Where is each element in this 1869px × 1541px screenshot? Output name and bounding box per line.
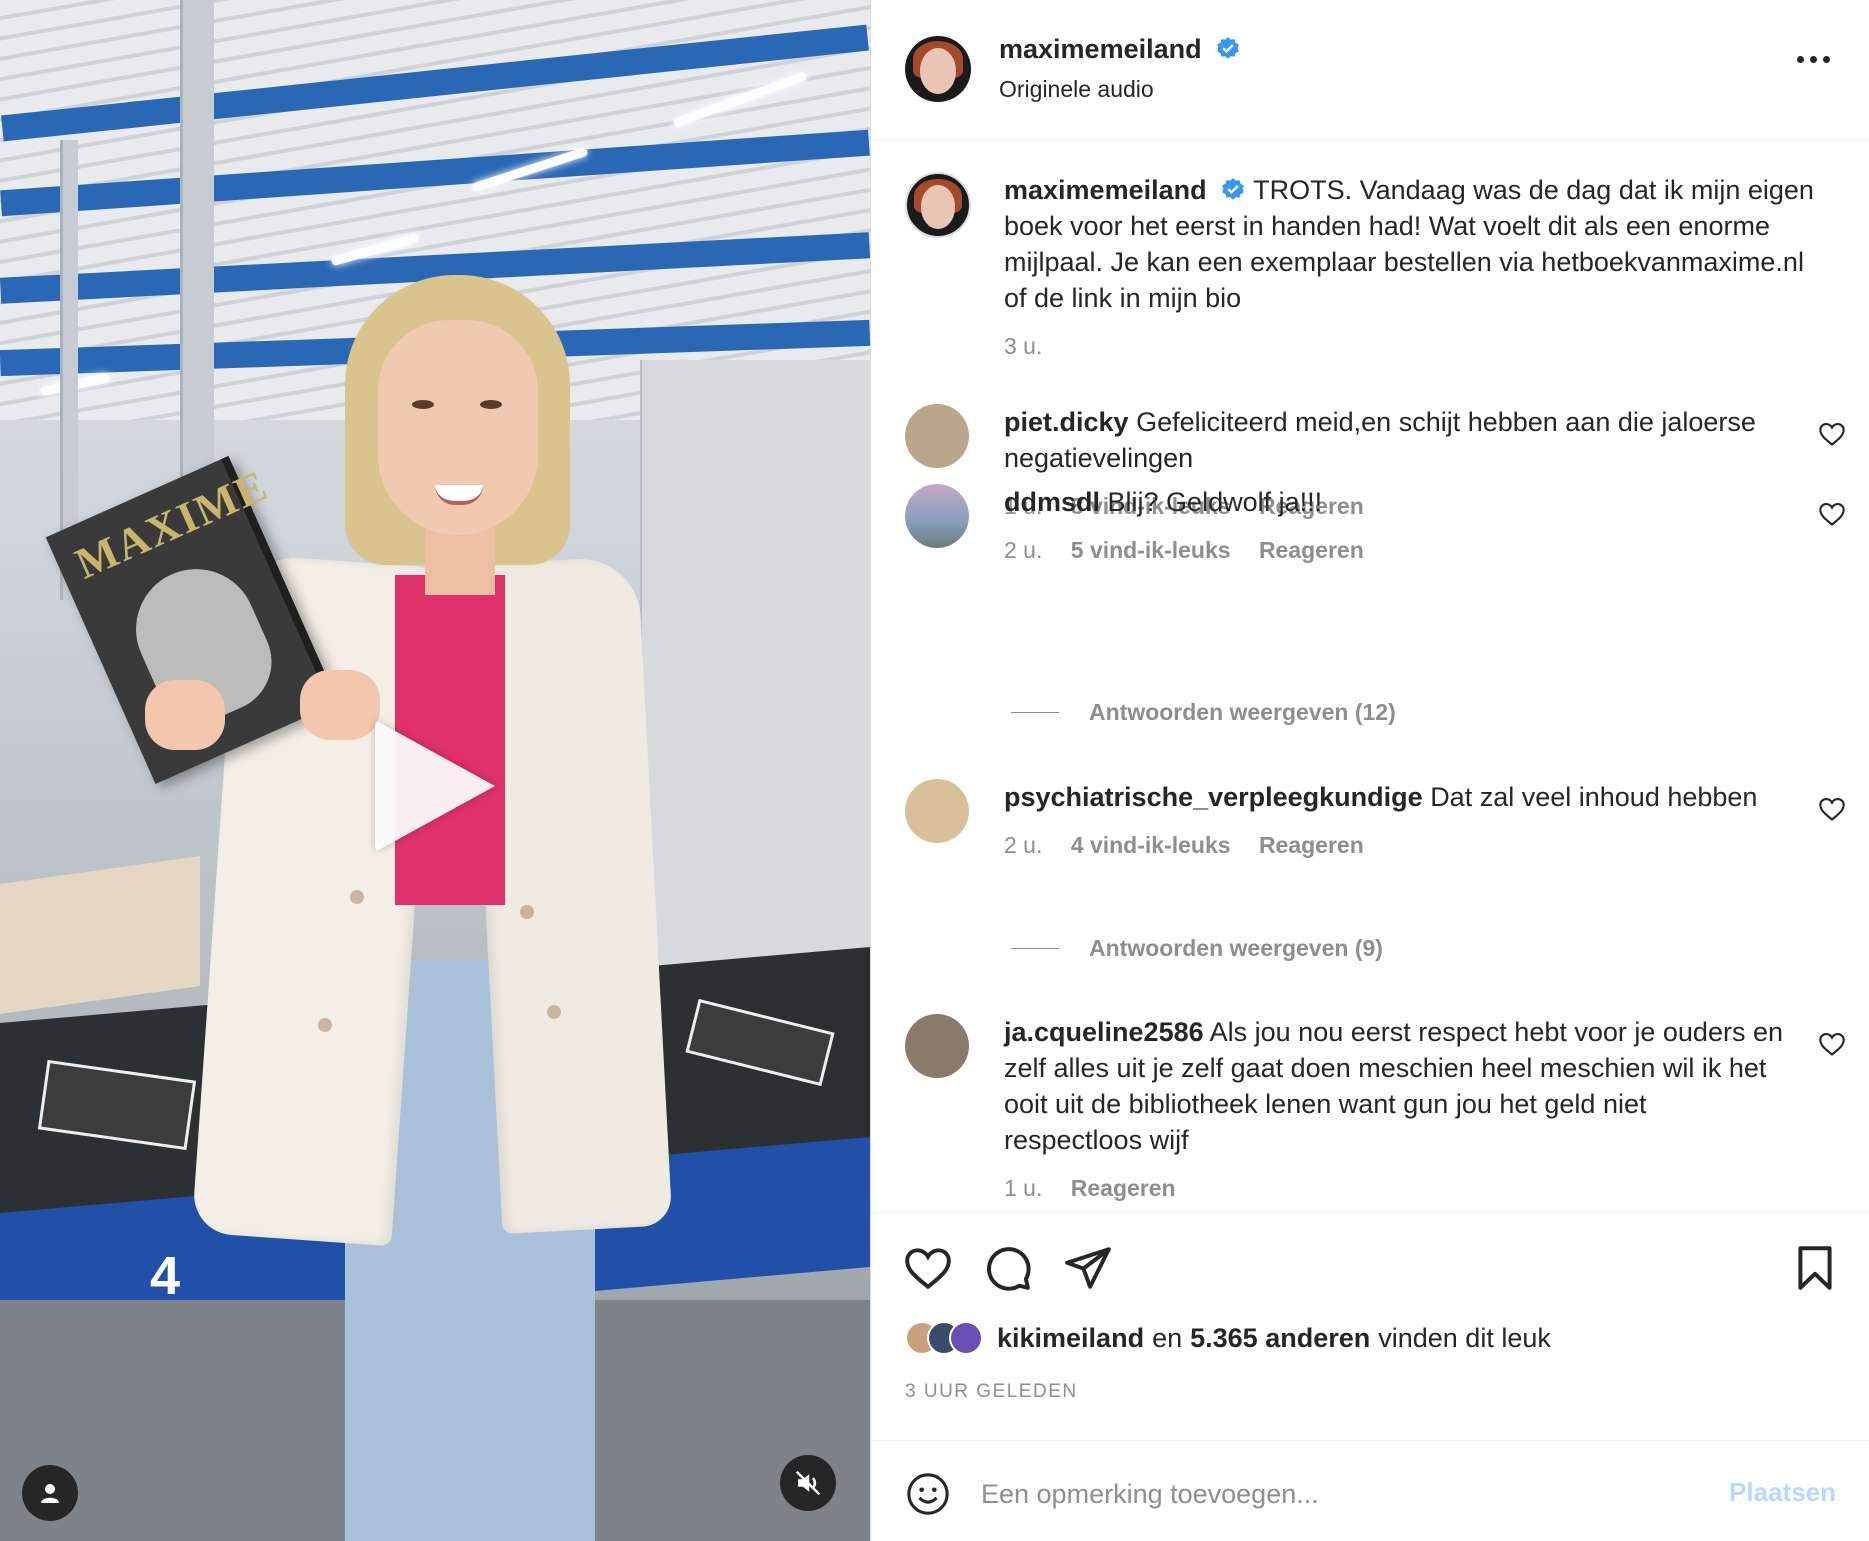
heart-icon[interactable] [1818,500,1846,528]
emoji-icon[interactable] [905,1471,951,1517]
share-icon[interactable] [1063,1243,1113,1293]
comment-meta: 1 u. Reageren [1004,1170,1784,1206]
heart-icon[interactable] [1818,795,1846,823]
post-details-panel: maximemeiland Originele audio maximemeil… [870,0,1869,1541]
reply-button[interactable]: Reageren [1259,537,1364,563]
liked-by-count[interactable]: 5.365 anderen [1190,1323,1370,1354]
lane-number: 4 [150,1246,181,1306]
comments-list[interactable]: maximemeiland TROTS. Vandaag was de dag … [871,142,1869,1212]
video-table [0,855,200,1015]
comment-input[interactable] [981,1473,1661,1515]
blazer-button [318,1018,332,1032]
reply-button[interactable]: Reageren [1071,1175,1176,1201]
heart-icon[interactable] [903,1243,953,1293]
post-actions: kikimeiland en 5.365 anderen vinden dit … [871,1212,1869,1442]
liked-by-row: kikimeiland en 5.365 anderen vinden dit … [905,1321,1551,1355]
person-neck [425,525,495,595]
author-avatar[interactable] [905,36,971,102]
book-title: MAXIME [68,460,276,589]
more-options-icon[interactable] [1797,56,1830,63]
bookmark-icon[interactable] [1790,1243,1840,1293]
person-hand [145,680,225,750]
replies-divider [1011,948,1059,949]
comment-body: ddmsdl Blij? Geldwolf ja!!! 2 u. 5 vind-… [1004,484,1784,568]
post-comment-button[interactable]: Plaatsen [1729,1477,1836,1508]
author-username[interactable]: maximemeiland [999,34,1202,64]
view-replies-button[interactable]: Antwoorden weergeven (12) [1011,699,1396,726]
verified-badge-icon [1222,178,1244,200]
comment-icon[interactable] [983,1243,1033,1293]
comment-username[interactable]: psychiatrische_verpleegkundige [1004,782,1423,812]
comment-time[interactable]: 1 u. [1004,1175,1042,1201]
heart-icon[interactable] [1818,1030,1846,1058]
comment-text: Dat zal veel inhoud hebben [1430,782,1758,812]
post-video[interactable]: 4 MAXIME [0,0,870,1541]
comment-time[interactable]: 2 u. [1004,832,1042,858]
view-replies-label[interactable]: Antwoorden weergeven (9) [1089,935,1383,962]
comment-body: psychiatrische_verpleegkundige Dat zal v… [1004,779,1784,863]
comment-composer: Plaatsen [871,1440,1869,1541]
person-hand [300,670,380,740]
liked-by-suffix: vinden dit leuk [1378,1322,1551,1353]
liker-avatar [949,1321,983,1355]
comment-avatar[interactable] [905,779,969,843]
reply-button[interactable]: Reageren [1259,832,1364,858]
verified-badge-icon [1217,37,1239,59]
post-header: maximemeiland Originele audio [871,0,1869,141]
audio-label[interactable]: Originele audio [999,76,1154,103]
view-replies-button[interactable]: Antwoorden weergeven (9) [1011,935,1383,962]
comment-username[interactable]: ddmsdl [1004,487,1100,517]
liked-by-connector: en [1152,1322,1183,1353]
liked-by-username[interactable]: kikimeiland [997,1323,1144,1354]
comment-avatar[interactable] [905,1014,969,1078]
view-replies-label[interactable]: Antwoorden weergeven (12) [1089,699,1396,726]
comment-avatar[interactable] [905,404,969,468]
comment-username[interactable]: piet.dicky [1004,407,1129,437]
comment-text: Blij? Geldwolf ja!!! [1107,487,1323,517]
play-icon[interactable] [375,720,495,852]
person-eye [480,400,502,409]
comment-likes[interactable]: 5 vind-ik-leuks [1071,537,1231,563]
user-icon [41,1484,59,1503]
caption-avatar[interactable] [905,172,971,238]
comment-time[interactable]: 2 u. [1004,537,1042,563]
blazer-button [547,1005,561,1019]
comment-likes[interactable]: 4 vind-ik-leuks [1071,832,1231,858]
blazer-button [520,905,534,919]
person-eye [412,400,434,409]
replies-divider [1011,712,1059,713]
comment-username[interactable]: ja.cqueline2586 [1004,1017,1204,1047]
comment-avatar[interactable] [905,484,969,548]
post-caption: maximemeiland TROTS. Vandaag was de dag … [1004,172,1814,364]
caption-time[interactable]: 3 u. [1004,328,1814,364]
heart-icon[interactable] [1818,420,1846,448]
comment-meta: 2 u. 5 vind-ik-leuks Reageren [1004,532,1784,568]
comment-meta: 2 u. 4 vind-ik-leuks Reageren [1004,827,1784,863]
post-timestamp[interactable]: 3 UUR GELEDEN [905,1381,1078,1403]
speaker-muted-icon [795,1470,821,1496]
comment-body: ja.cqueline2586 Als jou nou eerst respec… [1004,1014,1784,1206]
caption-username[interactable]: maximemeiland [1004,175,1207,205]
author-name-row: maximemeiland [999,34,1241,65]
mute-button[interactable] [780,1455,836,1511]
user-tags-button[interactable] [22,1465,78,1521]
blazer-button [350,890,364,904]
